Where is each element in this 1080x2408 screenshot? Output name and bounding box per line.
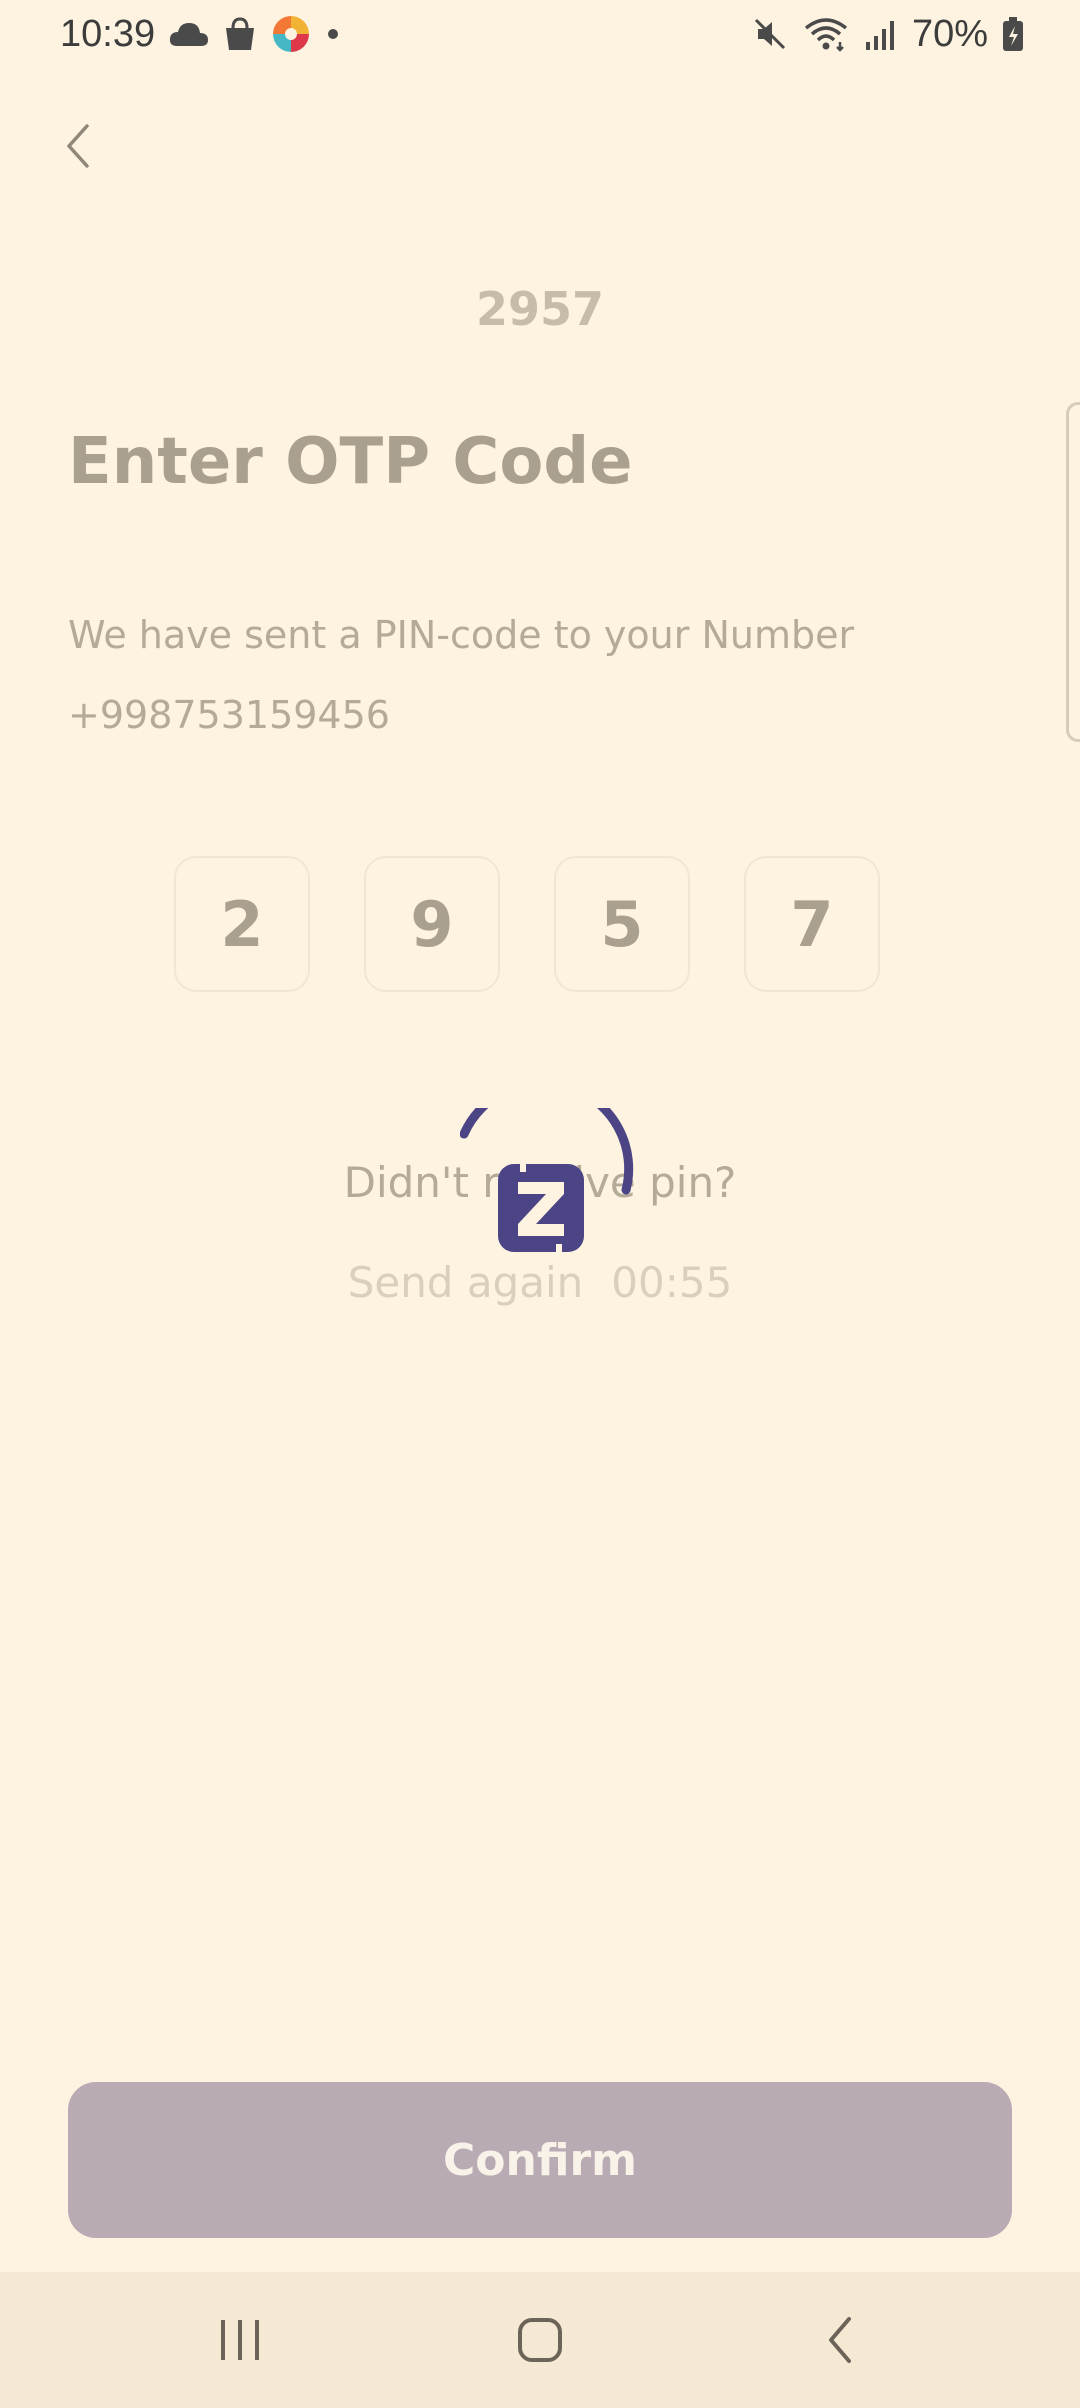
confirm-button[interactable]: Confirm bbox=[68, 2082, 1012, 2238]
home-icon bbox=[518, 2318, 562, 2362]
signal-icon bbox=[864, 18, 898, 50]
app-logo-loader-icon bbox=[459, 1078, 634, 1258]
otp-digit-1[interactable]: 2 bbox=[174, 856, 310, 992]
app-color-icon bbox=[271, 14, 311, 54]
back-arrow-icon bbox=[829, 2317, 851, 2363]
recent-apps-icon bbox=[221, 2320, 259, 2360]
chevron-left-icon bbox=[67, 124, 89, 168]
home-button[interactable] bbox=[480, 2290, 600, 2390]
status-bar: 10:39 70% bbox=[0, 0, 1080, 68]
page-title: Enter OTP Code bbox=[68, 425, 633, 499]
countdown-timer: 00:55 bbox=[611, 1258, 733, 1307]
edge-panel-handle[interactable] bbox=[1066, 402, 1080, 742]
otp-digit-3[interactable]: 5 bbox=[554, 856, 690, 992]
otp-description: We have sent a PIN-code to your Number +… bbox=[68, 595, 968, 755]
status-right: 70% bbox=[752, 13, 1024, 56]
otp-hint: 2957 bbox=[475, 282, 605, 336]
otp-digit-2[interactable]: 9 bbox=[364, 856, 500, 992]
cloud-icon bbox=[169, 20, 209, 48]
system-nav-bar bbox=[0, 2272, 1080, 2408]
resend-row: Send again 00:55 bbox=[0, 1258, 1080, 1307]
nav-back-button[interactable] bbox=[780, 2290, 900, 2390]
loading-spinner bbox=[459, 1078, 640, 1258]
mute-icon bbox=[752, 16, 788, 52]
status-left: 10:39 bbox=[60, 13, 341, 56]
send-again-link[interactable]: Send again bbox=[348, 1258, 584, 1307]
dot-icon bbox=[325, 26, 341, 42]
otp-digit-4[interactable]: 7 bbox=[744, 856, 880, 992]
recent-apps-button[interactable] bbox=[180, 2290, 300, 2390]
back-button[interactable] bbox=[48, 110, 108, 182]
otp-screen: 10:39 70% 2957 Enter OTP Code We have se… bbox=[0, 0, 1080, 2408]
battery-icon bbox=[1002, 16, 1024, 52]
otp-input-row: 2 9 5 7 bbox=[174, 856, 880, 992]
status-time: 10:39 bbox=[60, 12, 156, 55]
subtitle-text: We have sent a PIN-code to your Number bbox=[68, 613, 855, 657]
phone-number: +998753159456 bbox=[68, 693, 390, 737]
battery-percent: 70% bbox=[911, 12, 988, 55]
shopping-bag-icon bbox=[223, 16, 257, 52]
wifi-icon bbox=[802, 16, 850, 52]
